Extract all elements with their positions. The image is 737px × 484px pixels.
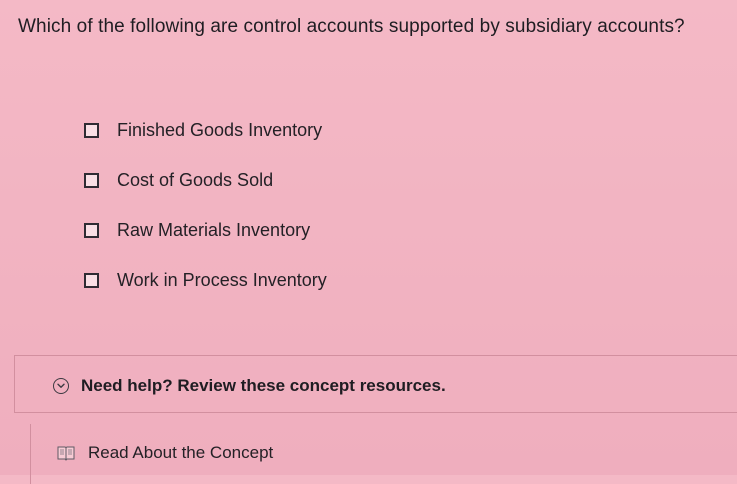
checkbox[interactable] bbox=[84, 222, 99, 238]
option-label: Work in Process Inventory bbox=[117, 269, 327, 290]
chevron-down-icon[interactable] bbox=[53, 378, 69, 394]
option-label: Raw Materials Inventory bbox=[117, 219, 311, 240]
checkbox[interactable] bbox=[84, 172, 99, 188]
resource-panel: Read About the Concept bbox=[30, 424, 737, 484]
help-panel: Need help? Review these concept resource… bbox=[14, 355, 737, 413]
option-work-in-process[interactable]: Work in Process Inventory bbox=[84, 266, 484, 294]
option-label: Finished Goods Inventory bbox=[117, 119, 323, 140]
option-raw-materials[interactable]: Raw Materials Inventory bbox=[84, 216, 484, 244]
option-cost-of-goods-sold[interactable]: Cost of Goods Sold bbox=[84, 166, 484, 194]
checkbox[interactable] bbox=[84, 272, 99, 288]
option-label: Cost of Goods Sold bbox=[117, 169, 274, 190]
read-about-concept-label[interactable]: Read About the Concept bbox=[88, 443, 273, 463]
help-toggle[interactable]: Need help? Review these concept resource… bbox=[53, 376, 446, 396]
answer-options: Finished Goods Inventory Cost of Goods S… bbox=[84, 116, 484, 316]
help-label[interactable]: Need help? Review these concept resource… bbox=[81, 376, 446, 396]
checkbox[interactable] bbox=[84, 122, 99, 138]
book-icon bbox=[57, 446, 75, 461]
question-text: Which of the following are control accou… bbox=[18, 16, 685, 37]
option-finished-goods[interactable]: Finished Goods Inventory bbox=[84, 116, 484, 144]
read-about-concept-link[interactable]: Read About the Concept bbox=[57, 443, 273, 463]
